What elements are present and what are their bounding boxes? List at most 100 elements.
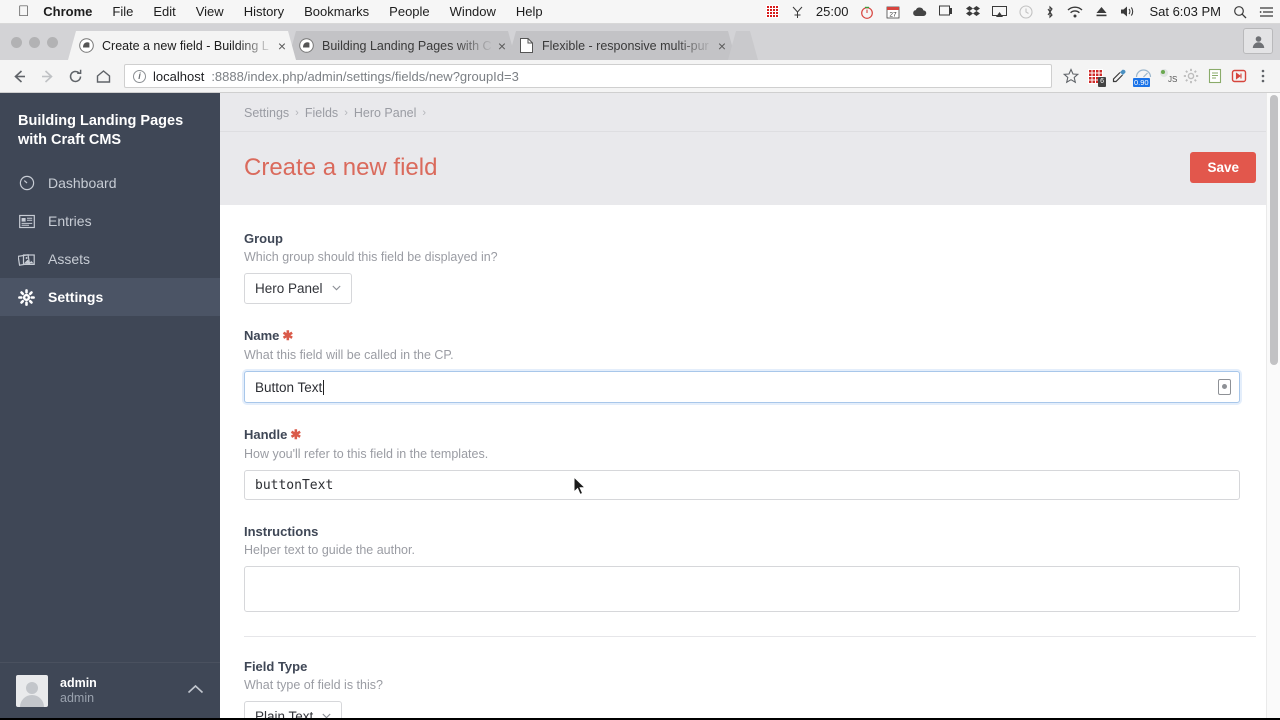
close-tab-button[interactable]: × <box>274 38 290 54</box>
save-button[interactable]: Save <box>1190 152 1256 183</box>
bookmark-star-icon[interactable] <box>1060 63 1082 89</box>
new-tab-button[interactable] <box>728 31 758 60</box>
page-header: Settings › Fields › Hero Panel › Create … <box>220 93 1280 205</box>
close-tab-button[interactable]: × <box>714 38 730 54</box>
browser-tab-2[interactable]: Flexible - responsive multi-pur × <box>508 31 736 60</box>
close-tab-button[interactable]: × <box>494 38 510 54</box>
window-traffic-lights <box>8 24 68 60</box>
assets-icon <box>18 251 35 268</box>
reload-button[interactable] <box>62 63 88 89</box>
breadcrumb-item-hero-panel[interactable]: Hero Panel <box>354 106 417 120</box>
page-favicon-icon <box>518 38 534 54</box>
menu-item-window[interactable]: Window <box>450 4 496 19</box>
menu-item-file[interactable]: File <box>112 4 133 19</box>
calendar-icon[interactable]: 27 <box>886 5 900 19</box>
js-toggle-icon[interactable]: JS <box>1156 63 1178 89</box>
field-form: Group Which group should this field be d… <box>220 205 1280 718</box>
menu-item-bookmarks[interactable]: Bookmarks <box>304 4 369 19</box>
entries-icon <box>18 213 35 230</box>
back-button[interactable] <box>6 63 32 89</box>
sidebar-item-assets[interactable]: Assets <box>0 240 220 278</box>
maximize-window-button[interactable] <box>47 36 58 48</box>
instructions-textarea[interactable] <box>244 566 1240 612</box>
name-input[interactable]: Button Text <box>244 371 1240 403</box>
password-manager-icon[interactable] <box>1218 379 1231 395</box>
dropbox-icon[interactable] <box>966 5 981 18</box>
menu-item-edit[interactable]: Edit <box>153 4 175 19</box>
form-extension-icon[interactable] <box>1204 63 1226 89</box>
page-viewport: Building Landing Pages with Craft CMS Da… <box>0 93 1280 718</box>
menu-item-history[interactable]: History <box>244 4 284 19</box>
chevron-up-icon[interactable] <box>187 682 204 699</box>
sidebar-nav: Dashboard Entries Assets Settings <box>0 164 220 316</box>
sidebar-item-dashboard[interactable]: Dashboard <box>0 164 220 202</box>
apple-logo-icon[interactable]:  <box>18 4 29 19</box>
site-info-icon[interactable]: i <box>133 69 146 83</box>
screen-recorder-icon[interactable] <box>765 5 779 18</box>
page-scrollbar[interactable] <box>1266 93 1280 718</box>
page-title: Create a new field <box>244 153 438 181</box>
chevron-down-icon <box>322 711 331 718</box>
airplay-icon[interactable] <box>992 5 1008 18</box>
extension-badge-value: 0.90 <box>1133 78 1150 87</box>
name-input-value: Button Text <box>255 379 323 395</box>
field-type-select-value: Plain Text <box>255 709 314 718</box>
breadcrumb-separator: › <box>295 107 299 119</box>
browser-tab-title: Building Landing Pages with C <box>322 38 492 53</box>
group-select[interactable]: Hero Panel <box>244 273 352 304</box>
bluetooth-icon[interactable] <box>1045 5 1055 19</box>
sidebar-user-block: admin admin <box>60 676 97 706</box>
close-window-button[interactable] <box>11 36 22 48</box>
pomodoro-timer[interactable]: 25:00 <box>816 4 849 19</box>
home-button[interactable] <box>90 63 116 89</box>
sidebar-user-footer[interactable]: admin admin <box>0 662 220 718</box>
menu-bar-clock[interactable]: Sat 6:03 PM <box>1149 4 1221 19</box>
address-host: localhost <box>153 68 205 84</box>
minimize-window-button[interactable] <box>29 36 40 48</box>
instructions-hint: Helper text to guide the author. <box>244 543 415 557</box>
tomato-timer-icon[interactable] <box>860 5 874 19</box>
handle-input[interactable]: buttonText <box>244 470 1240 500</box>
display-icon[interactable] <box>939 5 954 18</box>
handle-label: Handle <box>244 427 288 442</box>
page-ruler-icon[interactable]: 0.90 <box>1132 63 1154 89</box>
sidebar-item-entries[interactable]: Entries <box>0 202 220 240</box>
field-type-select[interactable]: Plain Text <box>244 701 343 718</box>
svg-text:27: 27 <box>890 11 898 18</box>
gear-extension-icon[interactable] <box>1180 63 1202 89</box>
page-title-row: Create a new field Save <box>220 132 1280 205</box>
spotlight-search-icon[interactable] <box>1233 5 1247 19</box>
red-grid-extension-icon[interactable]: 6 <box>1084 63 1106 89</box>
name-label-row: Name ✱ <box>244 328 1256 344</box>
menu-item-chrome[interactable]: Chrome <box>43 4 92 19</box>
wifi-icon[interactable] <box>1067 5 1083 18</box>
notification-center-icon[interactable] <box>1259 6 1274 18</box>
eject-icon[interactable] <box>1095 5 1108 18</box>
profile-avatar-icon[interactable] <box>1243 28 1273 54</box>
breadcrumb-item-fields[interactable]: Fields <box>305 106 338 120</box>
name-hint: What this field will be called in the CP… <box>244 348 454 362</box>
red-play-extension-icon[interactable] <box>1228 63 1250 89</box>
main-content: Settings › Fields › Hero Panel › Create … <box>220 93 1280 718</box>
browser-tab-1[interactable]: Building Landing Pages with C × <box>288 31 516 60</box>
menu-item-people[interactable]: People <box>389 4 429 19</box>
browser-tab-0[interactable]: Create a new field - Building L × <box>68 31 296 60</box>
gauge-icon <box>18 175 35 192</box>
breadcrumb-item-settings[interactable]: Settings <box>244 106 289 120</box>
chrome-menu-icon[interactable] <box>1252 63 1274 89</box>
menu-item-view[interactable]: View <box>196 4 224 19</box>
eyedropper-icon[interactable] <box>1108 63 1130 89</box>
antenna-icon[interactable] <box>791 5 804 19</box>
group-hint: Which group should this field be display… <box>244 250 498 264</box>
sidebar-item-settings[interactable]: Settings <box>0 278 220 316</box>
field-name-block: Name ✱ What this field will be called in … <box>244 328 1256 403</box>
address-bar[interactable]: i localhost:8888/index.php/admin/setting… <box>124 64 1052 88</box>
browser-toolbar: i localhost:8888/index.php/admin/setting… <box>0 60 1280 93</box>
menu-item-help[interactable]: Help <box>516 4 543 19</box>
cloud-icon[interactable] <box>912 6 927 18</box>
forward-button[interactable] <box>34 63 60 89</box>
sidebar-user-name: admin <box>60 675 97 690</box>
scrollbar-thumb[interactable] <box>1270 95 1278 365</box>
browser-tab-bar: Create a new field - Building L × Buildi… <box>0 24 1280 60</box>
volume-icon[interactable] <box>1120 5 1137 18</box>
